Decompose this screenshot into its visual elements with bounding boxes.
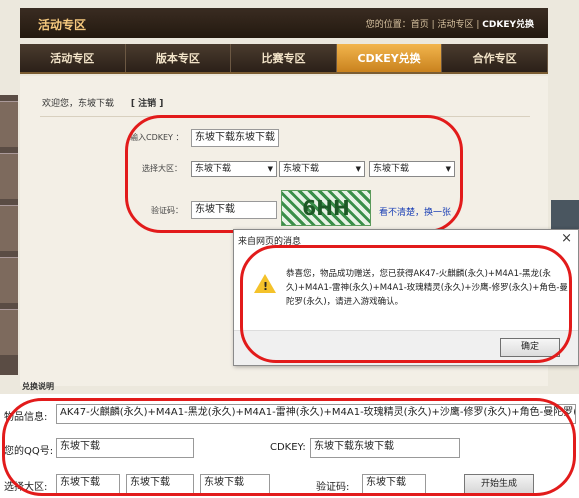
captcha-label: 验证码： bbox=[151, 206, 183, 215]
qq-label: 您的QQ号: bbox=[4, 446, 54, 457]
chevron-down-icon: ▼ bbox=[445, 165, 451, 173]
chevron-down-icon: ▼ bbox=[355, 165, 361, 173]
server-select-3[interactable]: 东坡下载 ▼ bbox=[369, 161, 455, 177]
tab-cdkey[interactable]: CDKEY兑换 bbox=[336, 44, 443, 72]
tab-activity[interactable]: 活动专区 bbox=[20, 44, 126, 72]
tab-match[interactable]: 比赛专区 bbox=[231, 44, 337, 72]
lower-cdkey-input[interactable]: 东坡下载东坡下载 bbox=[310, 438, 460, 458]
page-title: 活动专区 bbox=[38, 18, 87, 32]
refresh-captcha-link[interactable]: 看不清楚，换一张 bbox=[379, 205, 451, 218]
lower-server-input-3[interactable]: 东坡下载 bbox=[200, 474, 270, 494]
close-icon[interactable]: × bbox=[561, 231, 572, 246]
item-info-label: 物品信息: bbox=[4, 412, 48, 423]
lower-captcha-input[interactable]: 东坡下载 bbox=[362, 474, 426, 494]
breadcrumb-home[interactable]: 您的位置：首页 bbox=[366, 20, 429, 30]
qq-input[interactable]: 东坡下载 bbox=[56, 438, 194, 458]
generate-button[interactable]: 开始生成 bbox=[464, 474, 534, 494]
page-header: 活动专区 您的位置：首页 | 活动专区 | CDKEY兑换 bbox=[20, 8, 548, 38]
left-decoration-strip bbox=[0, 95, 18, 375]
logout-link[interactable]: [ 注销 ] bbox=[131, 99, 164, 109]
tab-partner[interactable]: 合作专区 bbox=[442, 44, 548, 72]
dialog-title: 来自网页的消息 bbox=[238, 237, 302, 247]
item-info-field[interactable]: AK47-火麒麟(永久)+M4A1-黑龙(永久)+M4A1-雷神(永久)+M4A… bbox=[56, 404, 576, 424]
breadcrumb-current: CDKEY兑换 bbox=[482, 20, 534, 30]
generator-form: 物品信息: AK47-火麒麟(永久)+M4A1-黑龙(永久)+M4A1-雷神(永… bbox=[0, 394, 579, 498]
lower-server-label: 选择大区: bbox=[4, 482, 48, 493]
warning-mark: ! bbox=[263, 280, 269, 293]
lower-cdkey-label: CDKEY: bbox=[270, 442, 306, 453]
main-nav: 活动专区 版本专区 比赛专区 CDKEY兑换 合作专区 bbox=[20, 44, 548, 74]
server-select-1[interactable]: 东坡下载 ▼ bbox=[191, 161, 277, 177]
captcha-input[interactable]: 东坡下载 bbox=[191, 201, 277, 219]
exchange-note-heading: 兑换说明 bbox=[22, 382, 54, 391]
chevron-down-icon: ▼ bbox=[267, 165, 273, 173]
welcome-bar: 欢迎您，东坡下载 [ 注销 ] bbox=[42, 96, 163, 109]
ok-button[interactable]: 确定 bbox=[500, 338, 560, 357]
cdkey-label: 输入CDKEY ： bbox=[130, 133, 184, 142]
welcome-text: 欢迎您，东坡下载 bbox=[42, 99, 115, 109]
cdkey-input[interactable]: 东坡下载东坡下载 bbox=[191, 129, 279, 147]
tab-version[interactable]: 版本专区 bbox=[126, 44, 232, 72]
lower-captcha-label: 验证码: bbox=[316, 482, 350, 493]
lower-server-input-2[interactable]: 东坡下载 bbox=[126, 474, 194, 494]
divider bbox=[40, 116, 530, 117]
lower-server-input-1[interactable]: 东坡下载 bbox=[56, 474, 120, 494]
breadcrumb-section[interactable]: 活动专区 bbox=[438, 20, 474, 30]
captcha-image[interactable]: 6HH bbox=[281, 190, 371, 226]
breadcrumb: 您的位置：首页 | 活动专区 | CDKEY兑换 bbox=[365, 20, 534, 30]
server-label: 选择大区： bbox=[142, 164, 182, 173]
alert-dialog: 来自网页的消息 × ! 恭喜您，物品成功赠送，您已获得AK47-火麒麟(永久)+… bbox=[233, 229, 579, 366]
dialog-message: 恭喜您，物品成功赠送，您已获得AK47-火麒麟(永久)+M4A1-黑龙(永久)+… bbox=[286, 269, 568, 307]
server-select-2[interactable]: 东坡下载 ▼ bbox=[279, 161, 365, 177]
